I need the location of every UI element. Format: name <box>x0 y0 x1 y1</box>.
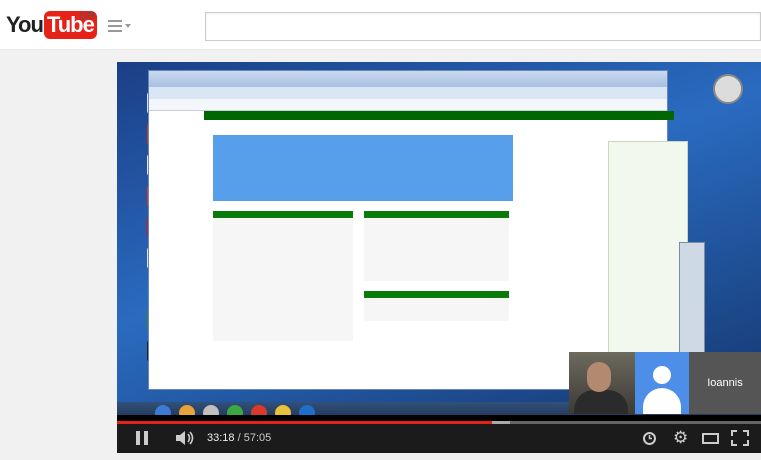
masthead: You Tube GR <box>0 0 761 50</box>
time-separator: / <box>234 432 244 444</box>
pause-icon-bar <box>144 431 148 445</box>
fullscreen-button[interactable] <box>731 430 749 446</box>
hangout-participant-name: Ioannis <box>689 352 761 414</box>
welcome-banner <box>213 135 513 201</box>
gear-icon: ⚙ <box>673 428 689 447</box>
fullscreen-corner <box>743 430 749 436</box>
settings-button[interactable]: ⚙ <box>673 429 688 447</box>
time-display: 33:18 / 57:05 <box>207 432 271 444</box>
browser-window <box>148 70 688 390</box>
browser-titlebar <box>149 71 667 87</box>
user-sidebar <box>608 141 688 361</box>
person-icon-body <box>643 388 681 414</box>
person-body <box>574 390 628 414</box>
chevron-down-icon <box>125 24 131 28</box>
panel-header <box>213 211 353 218</box>
fullscreen-corner <box>743 440 749 446</box>
player-controls: 33:18 / 57:05 ⚙ <box>117 424 761 453</box>
region-label: GR <box>80 11 95 22</box>
taskbar-icon <box>203 405 219 415</box>
panel-header <box>364 291 509 298</box>
browser-tabbar <box>149 87 667 99</box>
pause-icon <box>136 431 140 445</box>
clock-gadget-icon <box>713 74 743 104</box>
search-input[interactable] <box>205 12 761 41</box>
guide-menu-button[interactable] <box>108 20 131 34</box>
person-face <box>587 362 611 392</box>
taskbar-icon <box>299 405 315 415</box>
volume-icon <box>176 431 194 445</box>
video-player[interactable]: Ioannis 33:18 / 57:05 ⚙ <box>117 62 761 453</box>
topics-panel <box>364 291 509 321</box>
hangout-camera-tile <box>569 352 635 414</box>
eportfolio-page <box>204 111 688 391</box>
panel-header <box>364 211 509 218</box>
taskbar-icon <box>227 405 243 415</box>
site-nav-bar <box>204 111 674 120</box>
hamburger-bar <box>108 25 122 27</box>
taskbar-icon <box>179 405 195 415</box>
current-time: 33:18 <box>207 432 235 444</box>
clock-icon <box>648 435 652 440</box>
hamburger-menu-icon <box>108 20 122 22</box>
watch-later-button[interactable] <box>643 432 656 445</box>
fullscreen-icon <box>731 430 737 436</box>
theater-mode-button[interactable] <box>702 433 719 444</box>
taskbar-icon <box>275 405 291 415</box>
browser-address-bar <box>149 99 667 111</box>
video-frame: Ioannis <box>117 62 761 415</box>
logo-you-text: You <box>6 12 44 37</box>
hamburger-bar <box>108 30 122 32</box>
person-icon <box>653 366 671 384</box>
fullscreen-corner <box>731 440 737 446</box>
hangout-avatar-tile <box>635 352 689 414</box>
duration: 57:05 <box>243 432 272 444</box>
pause-button[interactable] <box>135 431 149 445</box>
taskbar-icon <box>251 405 267 415</box>
latest-pages-panel <box>213 211 353 341</box>
volume-button[interactable] <box>175 430 195 446</box>
inbox-panel <box>364 211 509 281</box>
taskbar-icon <box>155 405 171 415</box>
